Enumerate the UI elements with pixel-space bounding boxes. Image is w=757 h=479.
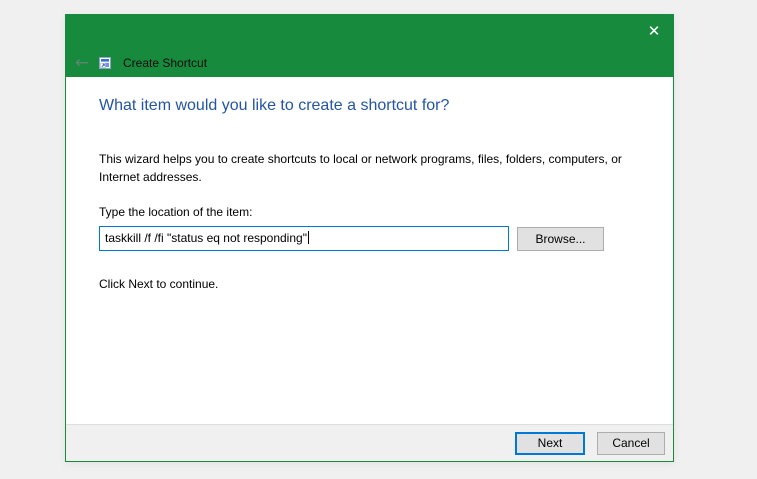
text-caret: [308, 231, 309, 244]
location-label: Type the location of the item:: [99, 205, 252, 219]
back-button[interactable]: ←: [67, 51, 97, 75]
window-titlebar: ✕ ← Create Shortcut: [66, 15, 673, 77]
close-icon: ✕: [648, 23, 661, 40]
footer-bar: Next Cancel: [66, 424, 673, 461]
page-title: What item would you like to create a sho…: [99, 97, 449, 115]
back-arrow-icon: ←: [75, 53, 89, 73]
shortcut-icon: [99, 57, 111, 69]
location-input[interactable]: taskkill /f /fi "status eq not respondin…: [99, 226, 509, 251]
browse-button[interactable]: Browse...: [517, 227, 604, 251]
window-title: Create Shortcut: [123, 56, 207, 70]
wizard-nav-row: ← Create Shortcut: [66, 51, 673, 75]
wizard-description: This wizard helps you to create shortcut…: [99, 150, 657, 186]
next-hint: Click Next to continue.: [99, 277, 218, 291]
next-button[interactable]: Next: [515, 432, 585, 455]
location-input-value: taskkill /f /fi "status eq not respondin…: [105, 231, 307, 245]
create-shortcut-window: ✕ ← Create Shortcut What item would you …: [65, 14, 674, 462]
close-button[interactable]: ✕: [635, 17, 673, 47]
cancel-button[interactable]: Cancel: [597, 432, 665, 455]
